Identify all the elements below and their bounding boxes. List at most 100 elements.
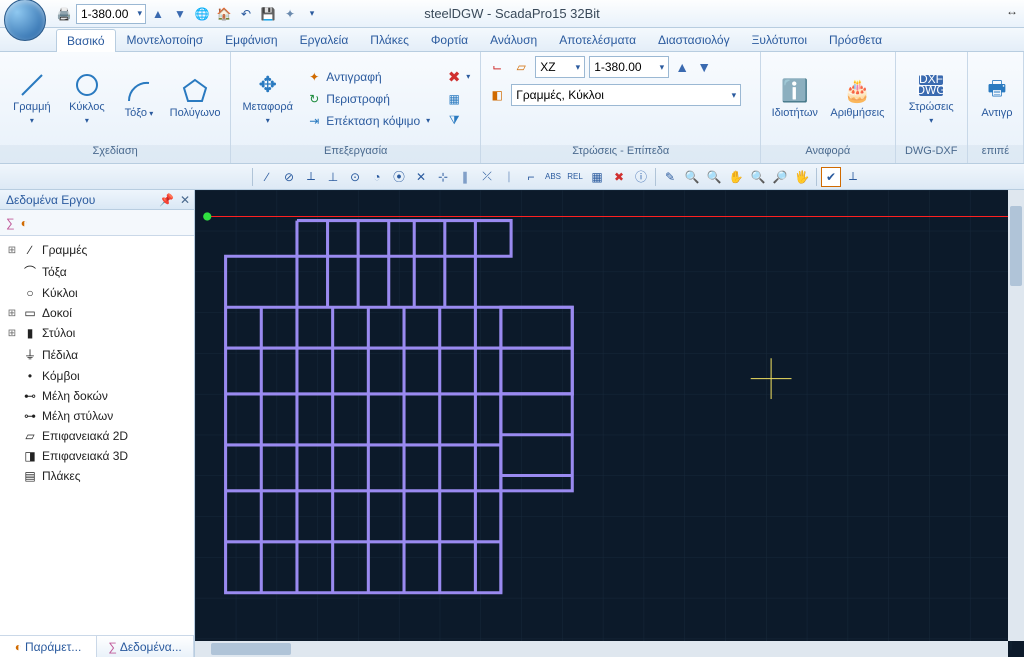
tab-basic[interactable]: Βασικό bbox=[56, 29, 116, 52]
bottom-tab-params[interactable]: ◐Παράμετ... bbox=[0, 636, 97, 657]
horizontal-scrollbar[interactable] bbox=[195, 641, 1008, 657]
snap-off-icon[interactable]: ✖ bbox=[609, 167, 629, 187]
snap-info-icon[interactable]: ⓘ bbox=[631, 167, 651, 187]
tab-modeling[interactable]: Μοντελοποίησ bbox=[116, 28, 215, 51]
tab-design[interactable]: Διαστασιολόγ bbox=[647, 28, 741, 51]
viewport[interactable] bbox=[195, 190, 1024, 657]
app-menu-orb[interactable] bbox=[4, 0, 46, 41]
arc-button[interactable]: Τόξο bbox=[116, 75, 162, 121]
pan-icon[interactable]: ✋ bbox=[726, 167, 746, 187]
bottom-tab-data[interactable]: ∑Δεδομένα... bbox=[97, 636, 194, 657]
snap-nearest-icon[interactable]: ⊹ bbox=[433, 167, 453, 187]
brush-icon[interactable]: ✎ bbox=[660, 167, 680, 187]
snap-node-icon[interactable]: ᛁ bbox=[499, 167, 519, 187]
tab-addons[interactable]: Πρόσθετα bbox=[818, 28, 893, 51]
snap-center-icon[interactable]: ⊙ bbox=[345, 167, 365, 187]
tab-loads[interactable]: Φορτία bbox=[420, 28, 479, 51]
tree-item-beam-members[interactable]: ⊷Μέλη δοκών bbox=[2, 386, 192, 406]
group-copy-level-label: επιπέ bbox=[968, 145, 1023, 163]
snap-parallel-icon[interactable]: ∥ bbox=[455, 167, 475, 187]
snap-midpoint-icon[interactable]: ⊘ bbox=[279, 167, 299, 187]
snap-quadrant-icon[interactable]: ◔ bbox=[367, 167, 387, 187]
surf3d-icon: ◨ bbox=[22, 449, 38, 463]
param-mode-icon[interactable]: ◐ bbox=[21, 216, 28, 230]
current-layer-combo[interactable]: Γραμμές, Κύκλοι bbox=[511, 84, 741, 106]
move-button[interactable]: ✥ Μεταφορά bbox=[237, 69, 298, 127]
check-icon[interactable]: ✔ bbox=[821, 167, 841, 187]
level-combo[interactable]: 1-380.00 bbox=[76, 4, 146, 24]
polygon-button[interactable]: Πολύγωνο bbox=[166, 75, 224, 121]
snap-grid-icon[interactable]: ▦ bbox=[587, 167, 607, 187]
orbit-icon[interactable]: 🖐 bbox=[792, 167, 812, 187]
tree-item-lines[interactable]: ⊞∕Γραμμές bbox=[2, 240, 192, 260]
tree-item-columns[interactable]: ⊞▮Στύλοι bbox=[2, 323, 192, 343]
arrow-up-icon[interactable]: ▲ bbox=[148, 4, 168, 24]
rotate-button[interactable]: ↻Περιστροφή bbox=[302, 89, 434, 109]
tree-item-surf3d[interactable]: ◨Επιφανειακά 3D bbox=[2, 446, 192, 466]
tab-drawings[interactable]: Ξυλότυποι bbox=[741, 28, 818, 51]
qat-more-icon[interactable]: ▾ bbox=[302, 4, 322, 24]
snap-rel-icon[interactable]: REL bbox=[565, 167, 585, 187]
dxf-layers-button[interactable]: DXFDWG Στρώσεις bbox=[902, 69, 961, 127]
tree-item-nodes[interactable]: •Κόμβοι bbox=[2, 366, 192, 386]
osnap-toggle-icon[interactable]: ⟂ bbox=[843, 167, 863, 187]
layer-filter-icon[interactable]: ◧ bbox=[487, 85, 507, 105]
numbering-button[interactable]: 🎂 Αριθμήσεις bbox=[826, 75, 888, 121]
tree-item-surf2d[interactable]: ▱Επιφανειακά 2D bbox=[2, 426, 192, 446]
array-button[interactable]: ▦ bbox=[442, 89, 474, 109]
plane-icon[interactable]: ▱ bbox=[511, 57, 531, 77]
data-mode-icon[interactable]: ∑ bbox=[6, 216, 15, 230]
extend-button[interactable]: ⇥Επέκταση κόψιμο▾ bbox=[302, 111, 434, 131]
snap-abs-icon[interactable]: ABS bbox=[543, 167, 563, 187]
level-combo-ribbon[interactable]: 1-380.00 bbox=[589, 56, 669, 78]
globe-icon[interactable]: 🌐 bbox=[192, 4, 212, 24]
snap-perp-icon[interactable]: ⟂ bbox=[301, 167, 321, 187]
tree-item-circles[interactable]: ○Κύκλοι bbox=[2, 283, 192, 303]
axes-icon[interactable]: ⌙ bbox=[487, 57, 507, 77]
scroll-thumb[interactable] bbox=[211, 643, 291, 655]
delete-button[interactable]: ✖▾ bbox=[442, 67, 474, 87]
zoom-out-icon[interactable]: 🔎 bbox=[770, 167, 790, 187]
tool-icon[interactable]: ✦ bbox=[280, 4, 300, 24]
level-up-icon[interactable]: ▲ bbox=[673, 57, 691, 77]
zoom-extents-icon[interactable]: 🔍 bbox=[682, 167, 702, 187]
pin-icon[interactable]: 📌 bbox=[159, 193, 174, 207]
copy-level-button[interactable]: 🖶 Αντιγρ bbox=[974, 75, 1020, 121]
save-icon[interactable]: 💾 bbox=[258, 4, 278, 24]
tree-item-slabs[interactable]: ▤Πλάκες bbox=[2, 466, 192, 486]
tab-display[interactable]: Εμφάνιση bbox=[214, 28, 288, 51]
tab-slabs[interactable]: Πλάκες bbox=[359, 28, 420, 51]
properties-button[interactable]: ℹ️ Ιδιοτήτων bbox=[767, 75, 822, 121]
print-icon[interactable]: 🖨️ bbox=[54, 4, 74, 24]
scroll-thumb[interactable] bbox=[1010, 206, 1022, 286]
snap-foot-icon[interactable]: ⊥ bbox=[323, 167, 343, 187]
home-icon[interactable]: 🏠 bbox=[214, 4, 234, 24]
vertical-scrollbar[interactable] bbox=[1008, 190, 1024, 641]
arrow-down-icon[interactable]: ▼ bbox=[170, 4, 190, 24]
snap-trim-icon[interactable]: ⌐ bbox=[521, 167, 541, 187]
undo-icon[interactable]: ↶ bbox=[236, 4, 256, 24]
tree-item-column-members[interactable]: ⊶Μέλη στύλων bbox=[2, 406, 192, 426]
tree-item-arcs[interactable]: ⌒Τόξα bbox=[2, 260, 192, 283]
tree-item-beams[interactable]: ⊞▭Δοκοί bbox=[2, 303, 192, 323]
copy-button[interactable]: ✦Αντιγραφή bbox=[302, 67, 434, 87]
tab-analysis[interactable]: Ανάλυση bbox=[479, 28, 548, 51]
snap-endpoint-icon[interactable]: ∕ bbox=[257, 167, 277, 187]
level-down-icon[interactable]: ▼ bbox=[695, 57, 713, 77]
plane-combo[interactable]: XZ bbox=[535, 56, 585, 78]
tab-results[interactable]: Αποτελέσματα bbox=[548, 28, 647, 51]
circle-button[interactable]: Κύκλος bbox=[62, 69, 112, 127]
zoom-window-icon[interactable]: 🔍 bbox=[704, 167, 724, 187]
tab-tools[interactable]: Εργαλεία bbox=[289, 28, 360, 51]
current-layer-value: Γραμμές, Κύκλοι bbox=[516, 88, 604, 102]
dxf-icon: DXFDWG bbox=[917, 71, 945, 99]
snap-extension-icon[interactable]: ⤫ bbox=[477, 167, 497, 187]
resize-icon[interactable]: ↔ bbox=[1006, 4, 1018, 18]
zoom-in-icon[interactable]: 🔍 bbox=[748, 167, 768, 187]
filter-button[interactable]: ⧩ bbox=[442, 111, 474, 131]
snap-intersection-icon[interactable]: ✕ bbox=[411, 167, 431, 187]
close-icon[interactable]: ✕ bbox=[180, 193, 190, 207]
line-button[interactable]: Γραμμή bbox=[6, 69, 58, 127]
tree-item-footings[interactable]: ⏚Πέδιλα bbox=[2, 343, 192, 366]
snap-tangent-icon[interactable]: ⦿ bbox=[389, 167, 409, 187]
